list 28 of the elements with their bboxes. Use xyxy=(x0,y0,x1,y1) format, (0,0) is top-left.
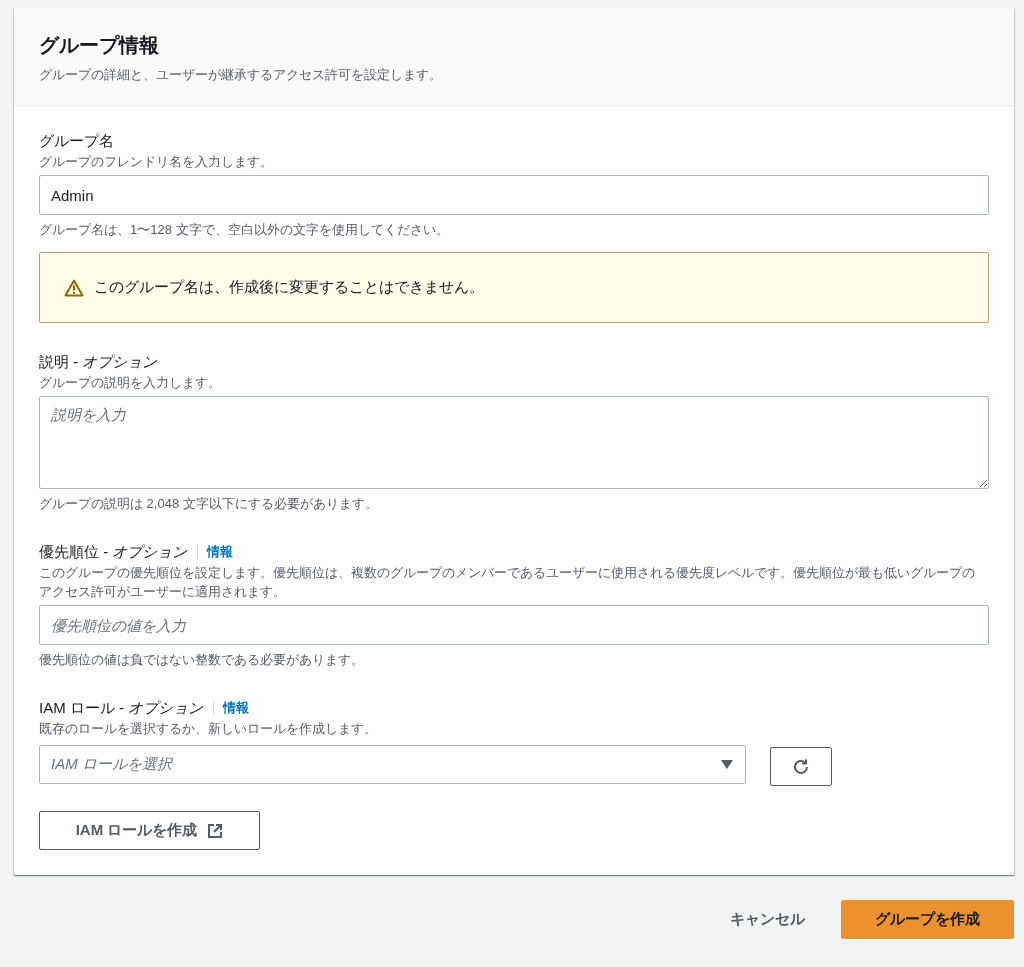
create-role-button[interactable]: IAM ロールを作成 xyxy=(39,811,260,850)
info-link[interactable]: 情報 xyxy=(213,700,250,716)
cancel-button[interactable]: キャンセル xyxy=(714,900,821,939)
field-description: グループのフレンドリ名を入力します。 xyxy=(39,153,274,171)
alert-message: このグループ名は、作成後に変更することはできません。 xyxy=(94,278,484,297)
refresh-icon xyxy=(792,757,810,776)
caret-down-icon xyxy=(721,759,733,769)
panel-description: グループの詳細と、ユーザーが継承するアクセス許可を設定します。 xyxy=(39,67,443,83)
field-description: グループの説明を入力します。 xyxy=(39,374,222,392)
warning-icon xyxy=(64,278,84,297)
constraint-text: 優先順位の値は負ではない整数である必要があります。 xyxy=(39,651,365,669)
text-input[interactable]: 優先順位の値を入力 xyxy=(39,605,989,645)
field-label: 優先順位 - オプション xyxy=(39,542,188,562)
field-description: 既存のロールを選択するか、新しいロールを作成します。 xyxy=(39,720,378,738)
field-label: 説明 - オプション xyxy=(39,352,158,372)
text-input[interactable]: Admin xyxy=(39,175,989,215)
constraint-text: グループ名は、1〜128 文字で、空白以外の文字を使用してください。 xyxy=(39,221,450,239)
constraint-text: グループの説明は 2,048 文字以下にする必要があります。 xyxy=(39,495,379,513)
field-label: IAM ロール - オプション xyxy=(39,698,204,718)
external-link-icon xyxy=(207,822,224,839)
panel-title: グループ情報 xyxy=(39,33,160,58)
role-select[interactable]: IAM ロールを選択 xyxy=(39,744,746,784)
info-link[interactable]: 情報 xyxy=(197,544,234,560)
field-label: グループ名 xyxy=(39,131,114,151)
create-group-button[interactable]: グループを作成 xyxy=(841,900,1014,939)
field-description: このグループの優先順位を設定します。優先順位は、複数のグループのメンバーであるユーザーに使用される優先度レベルです。優先順位が最も低いグループのアクセス許可がユーザーに適用されます。 xyxy=(39,564,976,601)
description-textarea[interactable]: 説明を入力 xyxy=(39,396,989,489)
refresh-button[interactable] xyxy=(770,747,832,786)
